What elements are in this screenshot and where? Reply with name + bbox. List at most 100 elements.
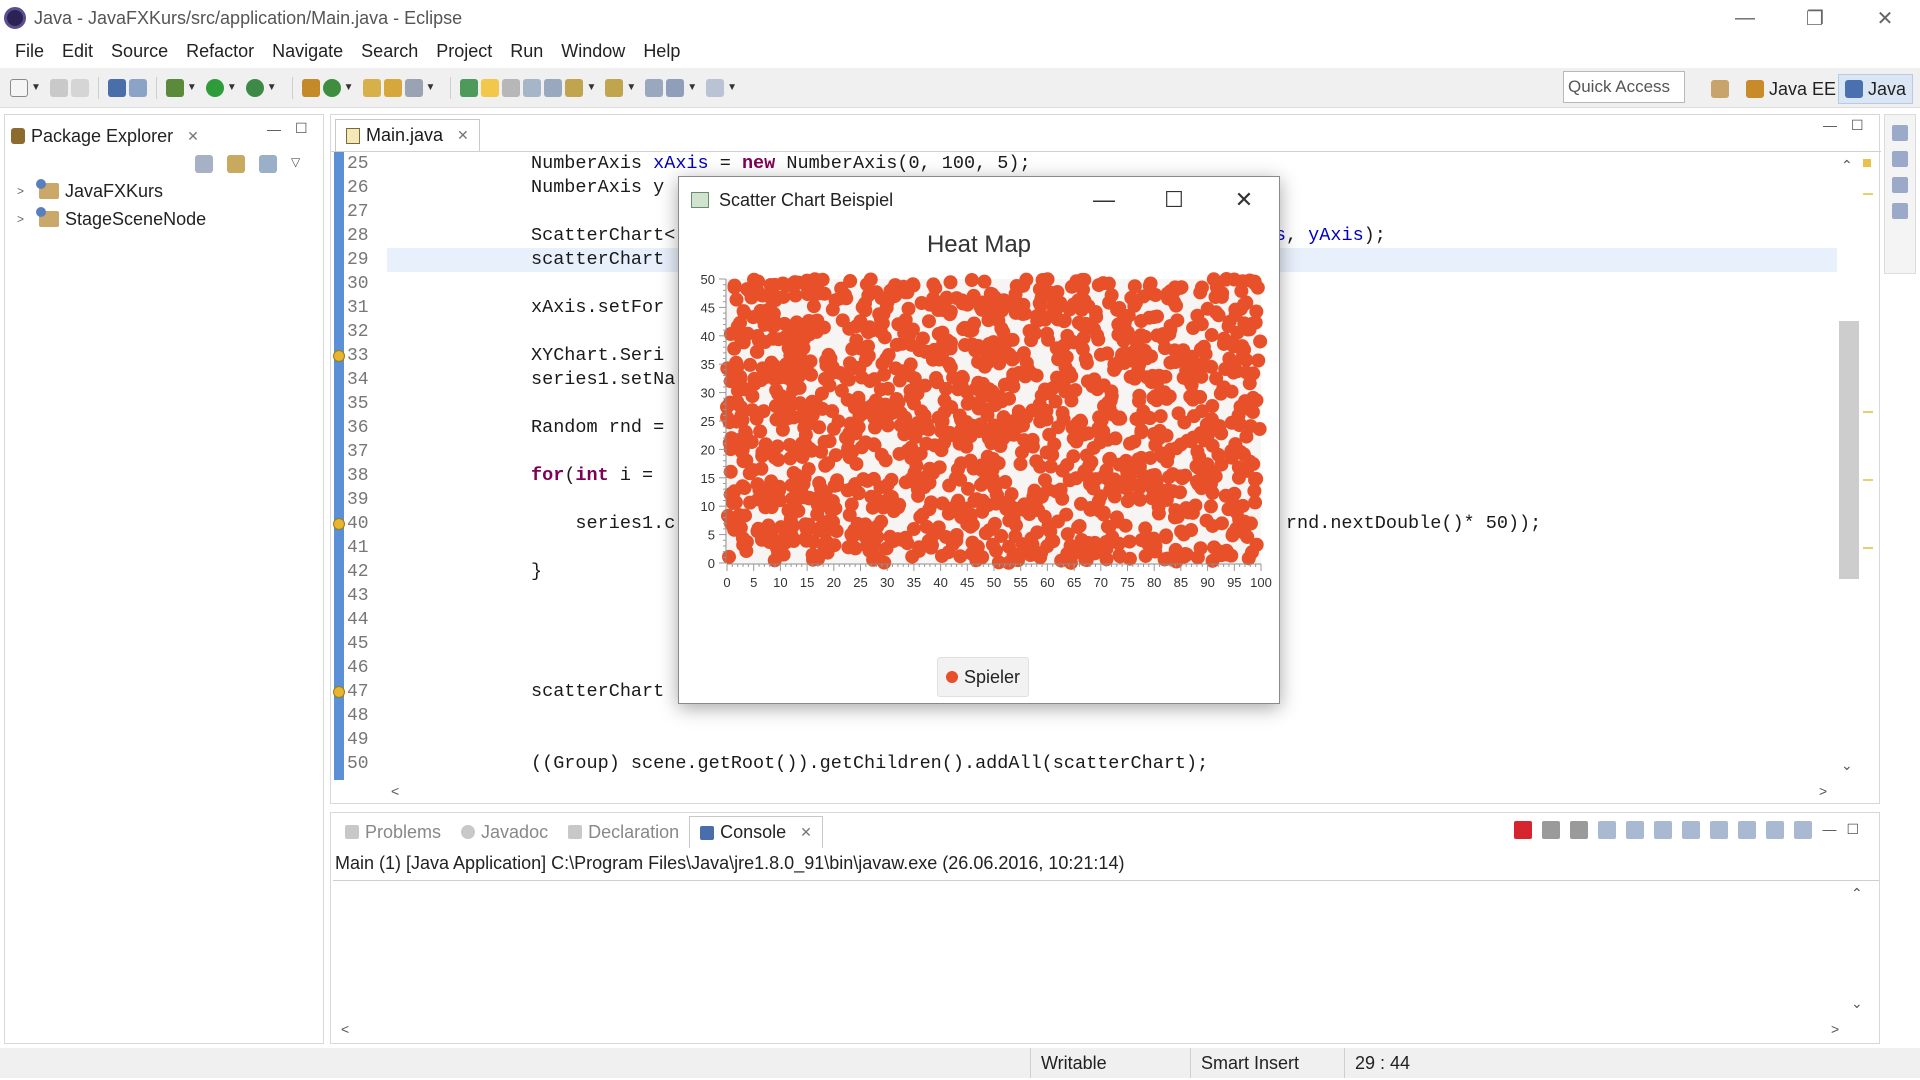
scroll-up-icon[interactable]: ⌃ bbox=[1851, 885, 1863, 902]
minimize-editor-icon[interactable]: — bbox=[1823, 117, 1837, 133]
menu-refactor[interactable]: Refactor bbox=[177, 41, 263, 62]
maximize-editor-icon[interactable]: ☐ bbox=[1851, 117, 1864, 134]
scroll-right-icon[interactable]: > bbox=[1831, 1021, 1839, 1037]
code-line[interactable]: 50 ((Group) scene.getRoot()).getChildren(… bbox=[331, 752, 1831, 776]
tree-item-javafxkurs[interactable]: > JavaFXKurs bbox=[17, 177, 206, 205]
view-menu-icon[interactable]: ▽ bbox=[291, 155, 300, 173]
overview-ruler-marker[interactable] bbox=[1863, 479, 1873, 481]
forward-dropdown-icon[interactable]: ▼ bbox=[727, 82, 737, 93]
new-icon[interactable] bbox=[10, 78, 28, 97]
link-with-editor-icon[interactable] bbox=[227, 155, 245, 173]
restore-button[interactable]: ❐ bbox=[1780, 0, 1850, 36]
search-icon[interactable] bbox=[404, 78, 423, 97]
restore-outline-icon[interactable] bbox=[1892, 125, 1908, 141]
chevron-right-icon[interactable]: > bbox=[17, 212, 33, 226]
new-java-class-icon[interactable] bbox=[322, 78, 341, 97]
status-insert-mode[interactable]: Smart Insert bbox=[1190, 1048, 1344, 1078]
show-source-icon[interactable] bbox=[544, 78, 563, 97]
code-line[interactable]: 49 bbox=[331, 728, 1831, 752]
open-perspective-icon[interactable] bbox=[1711, 80, 1729, 98]
focus-icon[interactable] bbox=[259, 155, 277, 173]
external-tools-dropdown-icon[interactable]: ▼ bbox=[267, 82, 277, 93]
clear-console-icon[interactable] bbox=[1598, 821, 1617, 839]
menu-project[interactable]: Project bbox=[427, 41, 501, 62]
chevron-right-icon[interactable]: > bbox=[17, 184, 33, 198]
perspective-java-ee[interactable]: Java EE bbox=[1740, 74, 1842, 104]
scroll-up-icon[interactable]: ⌃ bbox=[1841, 157, 1853, 174]
external-tools-icon[interactable] bbox=[245, 78, 264, 97]
debug-icon[interactable] bbox=[165, 78, 184, 97]
tree-item-stagescenenode[interactable]: > StageSceneNode bbox=[17, 205, 206, 233]
restore-view-icon[interactable] bbox=[1892, 177, 1908, 193]
quick-access-input[interactable]: Quick Access bbox=[1563, 71, 1685, 103]
next-annotation-icon[interactable] bbox=[565, 78, 584, 97]
skip-breakpoints-icon[interactable] bbox=[128, 78, 147, 97]
menu-source[interactable]: Source bbox=[102, 41, 177, 62]
toggle-breadcrumb-icon[interactable] bbox=[460, 78, 479, 97]
task-list-icon[interactable] bbox=[1892, 151, 1908, 167]
maximize-view-icon[interactable]: ☐ bbox=[1846, 821, 1859, 839]
back-dropdown-icon[interactable]: ▼ bbox=[687, 82, 697, 93]
remove-all-terminated-icon[interactable] bbox=[1570, 821, 1589, 839]
warning-marker-icon[interactable] bbox=[333, 350, 345, 362]
block-selection-icon[interactable] bbox=[502, 78, 521, 97]
save-all-icon[interactable] bbox=[70, 78, 89, 97]
outline-icon[interactable] bbox=[1892, 203, 1908, 219]
menu-window[interactable]: Window bbox=[552, 41, 634, 62]
minimize-button[interactable]: — bbox=[1710, 0, 1780, 36]
maximize-view-icon[interactable]: ☐ bbox=[295, 120, 308, 137]
close-button[interactable]: ✕ bbox=[1850, 0, 1920, 36]
warning-marker-icon[interactable] bbox=[333, 686, 345, 698]
save-icon[interactable] bbox=[49, 78, 68, 97]
back-icon[interactable] bbox=[666, 78, 685, 97]
code-line[interactable]: 48 bbox=[331, 704, 1831, 728]
minimize-view-icon[interactable]: — bbox=[1822, 821, 1836, 839]
menu-edit[interactable]: Edit bbox=[53, 41, 102, 62]
tab-declaration[interactable]: Declaration bbox=[558, 816, 689, 848]
new-dropdown-icon[interactable]: ▼ bbox=[31, 82, 41, 93]
perspective-java[interactable]: Java bbox=[1838, 74, 1914, 104]
forward-icon[interactable] bbox=[706, 78, 725, 97]
warning-marker-icon[interactable] bbox=[333, 518, 345, 530]
run-dropdown-icon[interactable]: ▼ bbox=[227, 82, 237, 93]
scroll-lock-icon[interactable] bbox=[1626, 821, 1645, 839]
debug-dropdown-icon[interactable]: ▼ bbox=[187, 82, 197, 93]
close-icon[interactable]: ✕ bbox=[187, 128, 199, 145]
close-icon[interactable]: ✕ bbox=[457, 127, 469, 144]
open-type-icon[interactable] bbox=[362, 78, 381, 97]
overview-ruler-marker[interactable] bbox=[1863, 547, 1873, 549]
tab-problems[interactable]: Problems bbox=[335, 816, 451, 848]
terminate-icon[interactable] bbox=[1514, 821, 1533, 839]
tab-package-explorer[interactable]: Package Explorer ✕ bbox=[11, 121, 199, 151]
open-task-icon[interactable] bbox=[383, 78, 402, 97]
search-dropdown-icon[interactable]: ▼ bbox=[426, 82, 436, 93]
overview-ruler-marker[interactable] bbox=[1863, 193, 1873, 195]
new-class-dropdown-icon[interactable]: ▼ bbox=[344, 82, 354, 93]
collapse-all-icon[interactable] bbox=[195, 155, 213, 173]
menu-search[interactable]: Search bbox=[352, 41, 427, 62]
scroll-right-icon[interactable]: > bbox=[1819, 783, 1827, 799]
word-wrap-icon[interactable] bbox=[1654, 821, 1673, 839]
previous-annotation-dropdown-icon[interactable]: ▼ bbox=[626, 82, 636, 93]
last-edit-location-icon[interactable] bbox=[645, 78, 664, 97]
scroll-left-icon[interactable]: < bbox=[391, 783, 399, 799]
popup-title-bar[interactable]: Scatter Chart Beispiel — ☐ ✕ bbox=[679, 177, 1279, 223]
tab-main-java[interactable]: Main.java ✕ bbox=[335, 119, 480, 151]
editor-vertical-scrollbar[interactable] bbox=[1839, 321, 1859, 579]
overview-ruler-marker[interactable] bbox=[1863, 411, 1873, 413]
display-console-icon[interactable] bbox=[1766, 821, 1785, 839]
maximize-button[interactable]: ☐ bbox=[1139, 177, 1209, 223]
show-on-stderr-icon[interactable] bbox=[1710, 821, 1729, 839]
minimize-view-icon[interactable]: — bbox=[267, 121, 281, 137]
show-on-stdout-icon[interactable] bbox=[1682, 821, 1701, 839]
pin-console-icon[interactable] bbox=[1738, 821, 1757, 839]
scroll-left-icon[interactable]: < bbox=[341, 1021, 349, 1037]
minimize-button[interactable]: — bbox=[1069, 177, 1139, 223]
new-java-package-icon[interactable] bbox=[301, 78, 320, 97]
menu-navigate[interactable]: Navigate bbox=[263, 41, 352, 62]
open-console-icon[interactable] bbox=[1794, 821, 1813, 839]
close-icon[interactable]: ✕ bbox=[800, 824, 812, 841]
scroll-down-icon[interactable]: ⌄ bbox=[1851, 995, 1863, 1012]
console-icon[interactable] bbox=[107, 78, 126, 97]
close-button[interactable]: ✕ bbox=[1209, 177, 1279, 223]
